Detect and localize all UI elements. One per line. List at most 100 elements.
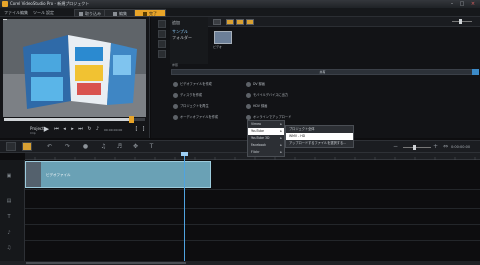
share-option-create-disc[interactable]: ディスクを作成 — [173, 92, 202, 98]
menu-edit[interactable]: 編集 — [20, 9, 28, 16]
browse-button[interactable]: 参照 — [172, 63, 178, 67]
subtitle-icon[interactable]: T — [148, 143, 155, 150]
volume-icon[interactable]: ♪ — [93, 125, 102, 134]
auto-music-icon[interactable]: ♬ — [116, 143, 123, 150]
menu-file[interactable]: ファイル — [4, 9, 20, 16]
submenu-arrow-icon: ▸ — [280, 143, 282, 147]
submenu-item-wmv-hd[interactable]: WMV - HD — [286, 133, 353, 140]
title-track-icon[interactable]: T — [6, 214, 12, 220]
storyboard-view-button[interactable] — [6, 142, 16, 151]
zoom-in-icon[interactable]: + — [432, 143, 439, 150]
add-folder-button[interactable]: 追加 — [172, 20, 180, 26]
audio-mixer-icon[interactable]: ♫ — [100, 143, 107, 150]
timeline-view-button[interactable] — [22, 142, 32, 151]
share-option-hdv-record[interactable]: HDV 録画 — [246, 103, 267, 109]
transition-library-button[interactable] — [158, 30, 166, 38]
share-header: 共有 — [171, 69, 474, 75]
mark-out-icon[interactable]: ] — [139, 125, 148, 134]
menu-item-flickr[interactable]: Flickr ▸ — [248, 149, 284, 156]
track-divider — [25, 208, 480, 209]
graphic-library-button[interactable] — [158, 50, 166, 58]
share-option-create-video[interactable]: ビデオファイルを作成 — [173, 81, 212, 87]
hdv-icon — [246, 103, 251, 109]
submenu-item-whole-project[interactable]: プロジェクト全体 — [286, 126, 353, 133]
upload-icon — [246, 114, 251, 120]
submenu-arrow-icon: ▸ — [280, 129, 282, 133]
undo-icon[interactable]: ↶ — [46, 143, 53, 150]
app-logo-icon — [2, 1, 8, 7]
track-divider — [25, 240, 480, 241]
timecode-display: 00:00:00:00 — [104, 128, 123, 132]
menu-tools[interactable]: ツール — [33, 9, 45, 16]
timeline-zoom-slider[interactable] — [403, 147, 431, 148]
youtube-submenu: プロジェクト全体 WMV - HD アップロードするファイルを選択する... — [285, 125, 354, 148]
video-file-icon — [173, 81, 178, 87]
clip-mode-label[interactable]: Clip — [30, 131, 36, 135]
menu-settings[interactable]: 設定 — [46, 9, 54, 16]
scrubber-fill — [4, 118, 132, 121]
share-option-upload-online[interactable]: オンラインでアップロード — [246, 114, 291, 120]
track-headers — [0, 160, 25, 261]
share-option-mobile[interactable]: モバイルデバイスに出力 — [246, 92, 288, 98]
thumbnail-size-slider[interactable] — [452, 21, 472, 22]
zoom-out-icon[interactable]: − — [392, 143, 399, 150]
show-photos-icon[interactable] — [236, 19, 244, 25]
menu-item-vimeo[interactable]: Vimeo ▸ — [248, 121, 284, 128]
playhead-handle[interactable] — [181, 152, 188, 156]
maximize-icon[interactable]: □ — [458, 1, 466, 7]
track-divider — [25, 189, 480, 190]
play-icon[interactable]: ▶ — [42, 125, 51, 134]
close-icon[interactable]: × — [469, 1, 477, 7]
timeline-zoom-handle[interactable] — [413, 145, 416, 150]
audio-file-icon — [173, 114, 178, 120]
share-option-play-project[interactable]: プロジェクトを再生 — [173, 103, 209, 109]
share-collapse-button[interactable] — [472, 69, 479, 75]
share-option-dv-record[interactable]: DV 録画 — [246, 81, 265, 87]
dv-icon — [246, 81, 251, 87]
thumbnail-size-handle[interactable] — [459, 19, 462, 24]
fit-project-icon[interactable]: ⇔ — [442, 143, 449, 150]
tab-capture[interactable]: 取り込み — [74, 9, 106, 17]
library-folder-folder[interactable]: フォルダー — [172, 35, 192, 41]
record-icon[interactable]: ● — [82, 143, 89, 150]
project-duration: 0:00:00:00 — [451, 145, 471, 149]
menu-item-youtube[interactable]: YouTube ▸ — [248, 128, 284, 135]
preview-image — [3, 19, 146, 117]
voice-track-icon[interactable]: ♪ — [6, 230, 12, 236]
overlay-track-icon[interactable]: ▤ — [6, 198, 12, 204]
frame-corner — [3, 19, 7, 20]
library-thumbnail[interactable] — [214, 31, 232, 44]
show-audio-icon[interactable] — [246, 19, 254, 25]
submenu-item-choose-file[interactable]: アップロードするファイルを選択する... — [286, 140, 353, 147]
menu-item-youtube-3d[interactable]: YouTube 3D ▸ — [248, 135, 284, 142]
title-library-button[interactable] — [158, 40, 166, 48]
motion-tracking-icon[interactable]: ✥ — [132, 143, 139, 150]
menu-item-facebook[interactable]: Facebook ▸ — [248, 142, 284, 149]
redo-icon[interactable]: ↷ — [64, 143, 71, 150]
import-media-icon[interactable] — [213, 19, 221, 25]
upload-service-menu: Vimeo ▸ YouTube ▸ YouTube 3D ▸ Facebook ▸ Fl… — [247, 120, 285, 157]
library-thumbnail-label: ビデオ — [213, 45, 223, 49]
playhead[interactable] — [184, 153, 185, 261]
tab-edit[interactable]: 編集 — [104, 9, 136, 17]
media-library-button[interactable] — [158, 20, 166, 28]
tab-share[interactable]: 完了 — [134, 9, 166, 17]
timeline-clip-thumbnail — [26, 162, 41, 187]
timeline-clip-name: ビデオファイル — [46, 173, 71, 177]
edit-icon — [113, 12, 117, 16]
submenu-arrow-icon: ▸ — [280, 136, 282, 140]
music-track-icon[interactable]: ♫ — [6, 245, 12, 251]
video-track-icon[interactable]: ▣ — [6, 173, 12, 179]
menubar — [0, 8, 480, 17]
minimize-icon[interactable]: – — [448, 1, 456, 7]
track-divider — [25, 224, 480, 225]
show-videos-icon[interactable] — [226, 19, 234, 25]
share-option-audio-file[interactable]: オーディオファイルを作成 — [173, 114, 218, 120]
scrubber-handle[interactable] — [129, 116, 134, 123]
timeline-scrollbar-thumb[interactable] — [26, 262, 186, 264]
disc-icon — [173, 92, 178, 98]
end-icon[interactable]: ⏭ — [76, 125, 85, 134]
play-project-icon — [173, 103, 178, 109]
preview-window — [3, 19, 146, 117]
submenu-arrow-icon: ▸ — [280, 150, 282, 154]
